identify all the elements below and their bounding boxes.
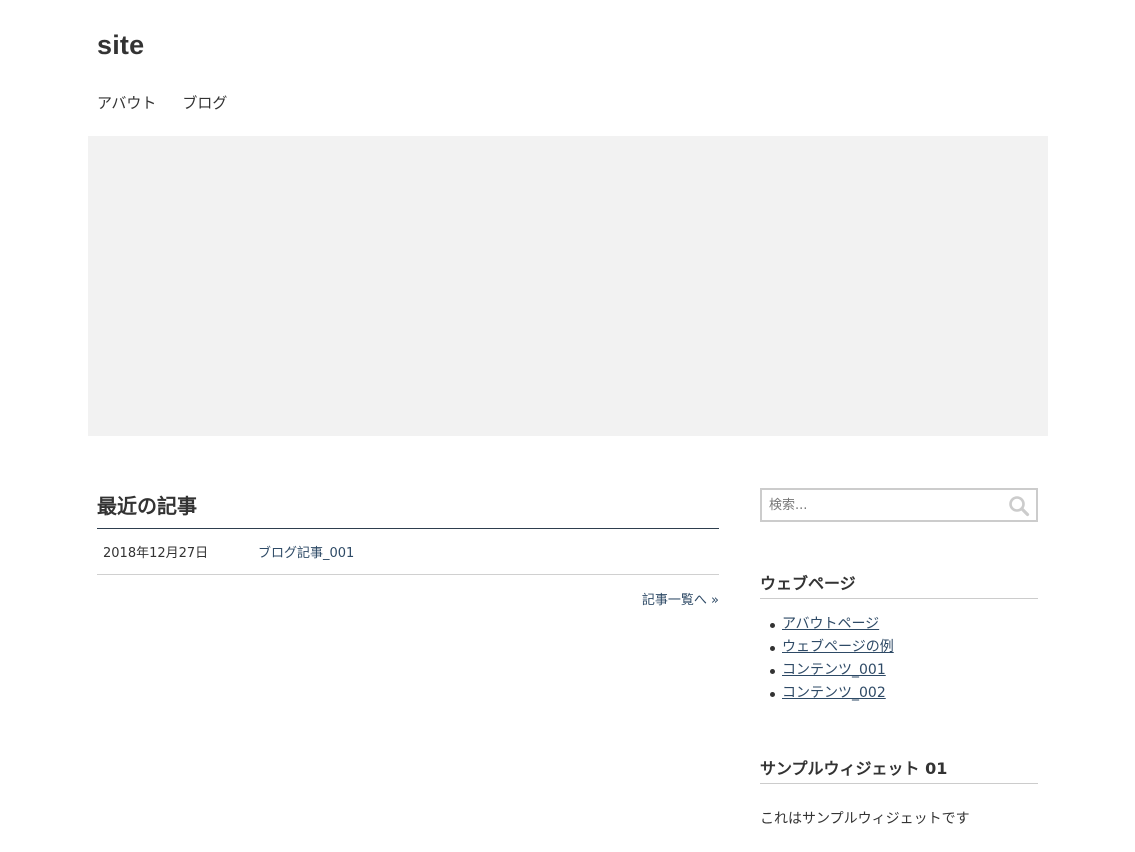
list-item: アバウトページ [770, 613, 1038, 636]
nav-item-about[interactable]: アバウト [97, 92, 156, 113]
page-link-content-002[interactable]: コンテンツ_002 [782, 685, 886, 701]
all-posts-link[interactable]: 記事一覧へ » [97, 589, 719, 608]
post-title-link[interactable]: ブログ記事_001 [258, 542, 354, 561]
site-title[interactable]: site [97, 30, 144, 61]
sample-widget-title: サンプルウィジェット 01 [760, 755, 1038, 784]
post-date: 2018年12月27日 [103, 546, 209, 561]
list-item: ウェブページの例 [770, 636, 1038, 659]
page-link-content-001[interactable]: コンテンツ_001 [782, 662, 886, 678]
search-input[interactable] [762, 490, 992, 520]
recent-posts-title: 最近の記事 [97, 490, 719, 529]
sample-widget-text: これはサンプルウィジェットです [760, 811, 970, 827]
post-row: 2018年12月27日 ブログ記事_001 [97, 529, 719, 575]
nav-item-blog[interactable]: ブログ [182, 92, 227, 113]
pages-widget-title: ウェブページ [760, 570, 1038, 599]
hero-image-area [88, 136, 1048, 436]
site-header: site [97, 30, 144, 61]
global-nav: アバウト ブログ [97, 92, 227, 113]
main-content: 最近の記事 2018年12月27日 ブログ記事_001 記事一覧へ » [97, 490, 719, 608]
page-link-example[interactable]: ウェブページの例 [782, 639, 894, 655]
sample-widget: サンプルウィジェット 01 これはサンプルウィジェットです [760, 755, 1038, 828]
list-item: コンテンツ_002 [770, 682, 1038, 705]
search-icon[interactable] [1008, 495, 1030, 517]
pages-list: アバウトページ ウェブページの例 コンテンツ_001 コンテンツ_002 [760, 613, 1038, 705]
pages-widget: ウェブページ アバウトページ ウェブページの例 コンテンツ_001 コンテンツ_… [760, 570, 1038, 705]
list-item: コンテンツ_001 [770, 659, 1038, 682]
page-link-about[interactable]: アバウトページ [782, 616, 879, 632]
search-form [760, 488, 1038, 522]
sidebar: ウェブページ アバウトページ ウェブページの例 コンテンツ_001 コンテンツ_… [760, 488, 1038, 828]
